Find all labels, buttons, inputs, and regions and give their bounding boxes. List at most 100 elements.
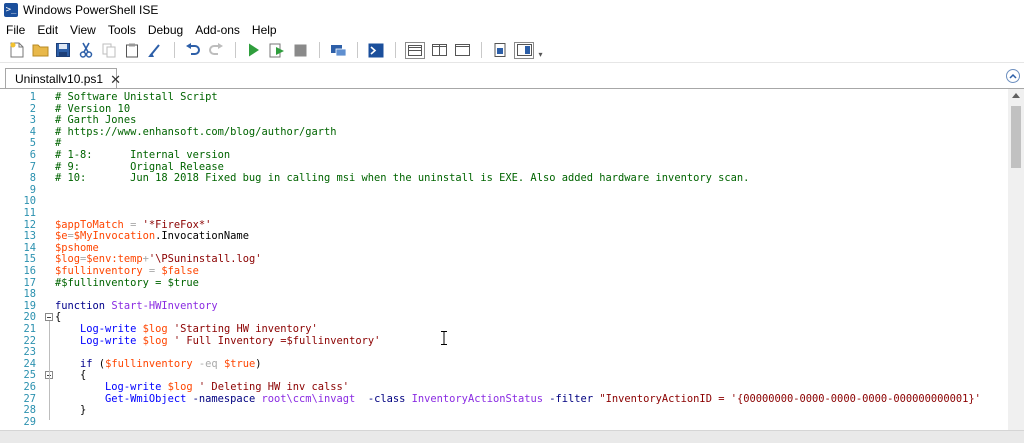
open-folder-icon[interactable] xyxy=(31,41,49,59)
code-line[interactable]: 1 # Software Unistall Script xyxy=(0,91,1008,103)
code-line[interactable]: 19 function Start-HWInventory xyxy=(0,300,1008,312)
code-line[interactable]: 21 Log-write $log 'Starting HW inventory… xyxy=(0,323,1008,335)
code-text: $pshome xyxy=(55,242,99,254)
line-number: 4 xyxy=(29,125,36,138)
code-line[interactable]: 6 # 1-8: Internal version xyxy=(0,149,1008,161)
line-number: 13 xyxy=(23,230,36,243)
code-line[interactable]: 14 $pshome xyxy=(0,242,1008,254)
close-icon[interactable]: ✕ xyxy=(110,73,121,86)
paste-icon[interactable] xyxy=(123,41,141,59)
code-token: Log-write xyxy=(80,334,137,347)
fold-toggle-icon[interactable] xyxy=(45,313,53,322)
line-number: 10 xyxy=(23,195,36,208)
vertical-scrollbar[interactable] xyxy=(1008,89,1024,431)
line-number-gutter: 8 xyxy=(0,172,36,184)
horizontal-scrollbar[interactable] xyxy=(0,430,1024,443)
scroll-thumb[interactable] xyxy=(1011,106,1021,168)
stop-icon[interactable] xyxy=(291,41,309,59)
menu-tools[interactable]: Tools xyxy=(102,23,142,37)
code-text: } xyxy=(55,404,86,416)
code-line[interactable]: 22 Log-write $log ' Full Inventory =$ful… xyxy=(0,335,1008,347)
code-line[interactable]: 17 #$fullinventory = $true xyxy=(0,277,1008,289)
save-icon[interactable] xyxy=(54,41,72,59)
line-number-gutter: 18 xyxy=(0,288,36,300)
copy-icon[interactable] xyxy=(100,41,118,59)
code-line[interactable]: 27 Get-WmiObject -namespace root\ccm\inv… xyxy=(0,393,1008,405)
code-token: ) xyxy=(255,357,262,370)
code-token: # 1-8: Internal version xyxy=(55,149,231,161)
code-line[interactable]: 28 } xyxy=(0,404,1008,416)
menu-addons[interactable]: Add-ons xyxy=(189,23,246,37)
toolbar-separator xyxy=(394,42,396,58)
code-line[interactable]: 7 # 9: Orignal Release xyxy=(0,161,1008,173)
line-number: 22 xyxy=(23,334,36,347)
show-script-pane-right-icon[interactable] xyxy=(430,41,448,59)
show-command-addon-icon[interactable] xyxy=(514,41,534,59)
code-line[interactable]: 8 # 10: Jun 18 2018 Fixed bug in calling … xyxy=(0,172,1008,184)
code-token: } xyxy=(55,404,87,417)
code-area[interactable]: 1 # Software Unistall Script 2 # Version 10… xyxy=(0,89,1008,431)
code-line[interactable]: 11 xyxy=(0,207,1008,219)
code-line[interactable]: 16 $fullinventory = $false xyxy=(0,265,1008,277)
line-number: 19 xyxy=(23,299,36,312)
code-token: $log xyxy=(142,323,168,335)
code-line[interactable]: 10 xyxy=(0,195,1008,207)
menu-help[interactable]: Help xyxy=(246,23,283,37)
show-script-pane-maximized-icon[interactable] xyxy=(453,41,471,59)
new-file-icon[interactable] xyxy=(8,41,26,59)
show-script-pane-top-icon[interactable] xyxy=(405,41,425,59)
scroll-up-icon[interactable] xyxy=(1012,93,1020,98)
code-line[interactable]: 26 Log-write $log ' Deleting HW inv cals… xyxy=(0,381,1008,393)
code-line[interactable]: 25 { xyxy=(0,369,1008,381)
menu-file[interactable]: File xyxy=(0,23,31,37)
run-selection-icon[interactable] xyxy=(268,41,286,59)
code-line[interactable]: 18 xyxy=(0,288,1008,300)
run-icon[interactable] xyxy=(245,41,263,59)
menu-view[interactable]: View xyxy=(64,23,102,37)
cut-icon[interactable] xyxy=(77,41,95,59)
undo-icon[interactable] xyxy=(184,41,202,59)
code-line[interactable]: 13 $e=$MyInvocation.InvocationName xyxy=(0,230,1008,242)
code-line[interactable]: 12 $appToMatch = '*FireFox*' xyxy=(0,219,1008,231)
line-number: 8 xyxy=(29,172,36,185)
code-token: "InventoryActionID = '{00000000-0000-000… xyxy=(599,392,981,405)
toolbar-overflow-icon[interactable]: ▾ xyxy=(539,50,543,59)
line-number-gutter: 2 xyxy=(0,103,36,115)
code-text: # Garth Jones xyxy=(55,114,136,126)
collapse-script-pane-icon[interactable] xyxy=(1006,69,1020,83)
start-powershell-icon[interactable] xyxy=(367,41,385,59)
window-title: Windows PowerShell ISE xyxy=(23,3,159,17)
code-token: # xyxy=(55,137,62,150)
line-number: 18 xyxy=(23,288,36,301)
menu-debug[interactable]: Debug xyxy=(142,23,189,37)
clear-console-icon[interactable] xyxy=(146,41,164,59)
menu-edit[interactable]: Edit xyxy=(31,23,64,37)
line-number: 28 xyxy=(23,404,36,417)
code-line[interactable]: 24 if ($fullinventory -eq $true) xyxy=(0,358,1008,370)
code-text: if ($fullinventory -eq $true) xyxy=(55,357,262,370)
new-remote-tab-icon[interactable] xyxy=(329,41,347,59)
code-line[interactable]: 5 # xyxy=(0,137,1008,149)
code-line[interactable]: 9 xyxy=(0,184,1008,196)
line-number: 23 xyxy=(23,346,36,359)
code-line[interactable]: 23 xyxy=(0,346,1008,358)
code-line[interactable]: 4 # https://www.enhansoft.com/blog/author… xyxy=(0,126,1008,138)
show-command-window-icon[interactable] xyxy=(491,41,509,59)
script-editor[interactable]: 1 # Software Unistall Script 2 # Version 10… xyxy=(0,88,1024,431)
code-text: # Software Unistall Script xyxy=(55,91,218,103)
line-number-gutter: 26 xyxy=(0,381,36,393)
line-number-gutter: 15 xyxy=(0,253,36,265)
code-line[interactable]: 29 xyxy=(0,416,1008,428)
code-token: ' Deleting HW inv calss' xyxy=(198,381,350,393)
code-line[interactable]: 20 { xyxy=(0,311,1008,323)
tab-uninstallv10[interactable]: Uninstallv10.ps1 ✕ xyxy=(5,68,121,89)
code-line[interactable]: 3 # Garth Jones xyxy=(0,114,1008,126)
code-line[interactable]: 2 # Version 10 xyxy=(0,103,1008,115)
code-line[interactable]: 15 $log=$env:temp+'\PSuninstall.log' xyxy=(0,253,1008,265)
line-number-gutter: 11 xyxy=(0,207,36,219)
code-text: Get-WmiObject -namespace root\ccm\invagt… xyxy=(55,393,981,405)
code-text: Log-write $log ' Deleting HW inv calss' xyxy=(55,381,349,393)
code-text: # 9: Orignal Release xyxy=(55,161,224,173)
redo-icon[interactable] xyxy=(207,41,225,59)
line-number: 24 xyxy=(23,357,36,370)
